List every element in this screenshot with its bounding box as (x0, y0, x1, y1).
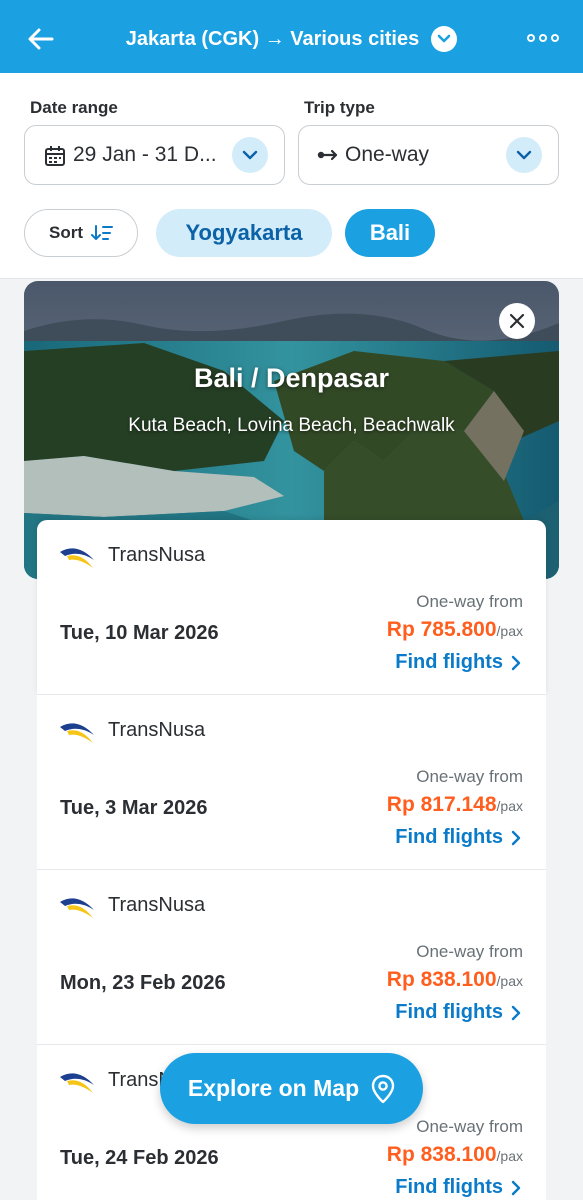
price-row: Rp 838.100 /pax (387, 1143, 523, 1167)
destination-subtitle: Kuta Beach, Lovina Beach, Beachwalk (128, 415, 455, 436)
airline-name: TransNusa (108, 544, 206, 566)
destination-title: Bali / Denpasar (193, 363, 390, 393)
map-pin-icon (371, 1074, 395, 1103)
transnusa-logo-icon (60, 1073, 94, 1093)
close-icon (509, 313, 525, 329)
price-from-label: One-way from (416, 942, 523, 961)
sort-button[interactable]: Sort (24, 209, 138, 257)
date-range-label: Date range (30, 98, 118, 117)
departure-date: Tue, 24 Feb 2026 (60, 1147, 219, 1169)
find-flights-link[interactable]: Find flights (395, 1001, 521, 1024)
chevron-right-icon (511, 1180, 521, 1195)
route-title-button[interactable]: Jakarta (CGK) → Various cities (0, 26, 583, 52)
airline-name: TransNusa (108, 894, 206, 916)
date-range-value: 29 Jan - 31 D... (73, 143, 217, 166)
price-from-label: One-way from (416, 1117, 523, 1136)
sort-icon (91, 225, 113, 240)
price-row: Rp 785.800 /pax (387, 618, 523, 642)
airline-name: TransNusa (108, 719, 206, 741)
find-flights-label: Find flights (395, 651, 503, 673)
per-pax: /pax (496, 623, 523, 639)
price-row: Rp 838.100 /pax (387, 968, 523, 992)
chevron-right-icon (511, 655, 521, 670)
date-range-select[interactable]: 29 Jan - 31 D... (24, 125, 285, 185)
find-flights-label: Find flights (395, 1176, 503, 1198)
explore-on-map-button[interactable]: Explore on Map (160, 1053, 423, 1124)
flight-result-card[interactable]: TransNusa Tue, 3 Mar 2026 One-way from R… (37, 695, 546, 870)
price: Rp 817.148 (386, 793, 497, 816)
departure-date: Tue, 10 Mar 2026 (60, 622, 219, 644)
chevron-down-icon (431, 26, 458, 52)
find-flights-label: Find flights (395, 826, 503, 848)
trip-type-label: Trip type (304, 98, 375, 117)
find-flights-link[interactable]: Find flights (395, 651, 521, 674)
chevron-down-icon (232, 137, 268, 173)
per-pax: /pax (496, 798, 523, 814)
price: Rp 838.100 (386, 1143, 497, 1166)
trip-type-select[interactable]: One-way (298, 125, 559, 185)
chevron-right-icon (511, 830, 521, 845)
more-horizontal-icon[interactable] (527, 34, 559, 42)
per-pax: /pax (496, 1148, 523, 1164)
transnusa-logo-icon (60, 548, 94, 568)
calendar-icon (45, 146, 65, 166)
transnusa-logo-icon (60, 898, 94, 918)
trip-type-value: One-way (345, 143, 430, 166)
filter-panel: Date range 29 Jan - 31 D... Trip type On… (0, 73, 583, 279)
per-pax: /pax (496, 973, 523, 989)
one-way-arrow-icon (317, 149, 338, 161)
find-flights-link[interactable]: Find flights (395, 826, 521, 849)
route-title: Jakarta (CGK) → Various cities (125, 27, 420, 50)
flight-result-card[interactable]: TransNusa Mon, 23 Feb 2026 One-way from … (37, 870, 546, 1045)
chip-yogyakarta[interactable]: Yogyakarta (156, 209, 332, 257)
chevron-right-icon (511, 1005, 521, 1020)
price-from-label: One-way from (416, 767, 523, 786)
close-button[interactable] (499, 303, 535, 339)
sort-label: Sort (49, 223, 83, 242)
top-app-bar: Jakarta (CGK) → Various cities (0, 0, 583, 73)
price-row: Rp 817.148 /pax (387, 793, 523, 817)
price: Rp 785.800 (386, 618, 497, 641)
departure-date: Mon, 23 Feb 2026 (60, 972, 226, 994)
price: Rp 838.100 (386, 968, 497, 991)
find-flights-label: Find flights (395, 1001, 503, 1023)
explore-on-map-label: Explore on Map (187, 1075, 360, 1101)
find-flights-link[interactable]: Find flights (395, 1176, 521, 1199)
price-from-label: One-way from (416, 592, 523, 611)
departure-date: Tue, 3 Mar 2026 (60, 797, 208, 819)
chip-bali[interactable]: Bali (345, 209, 435, 257)
flight-result-card[interactable]: TransNusa Tue, 10 Mar 2026 One-way from … (37, 520, 546, 695)
chevron-down-icon (506, 137, 542, 173)
transnusa-logo-icon (60, 723, 94, 743)
